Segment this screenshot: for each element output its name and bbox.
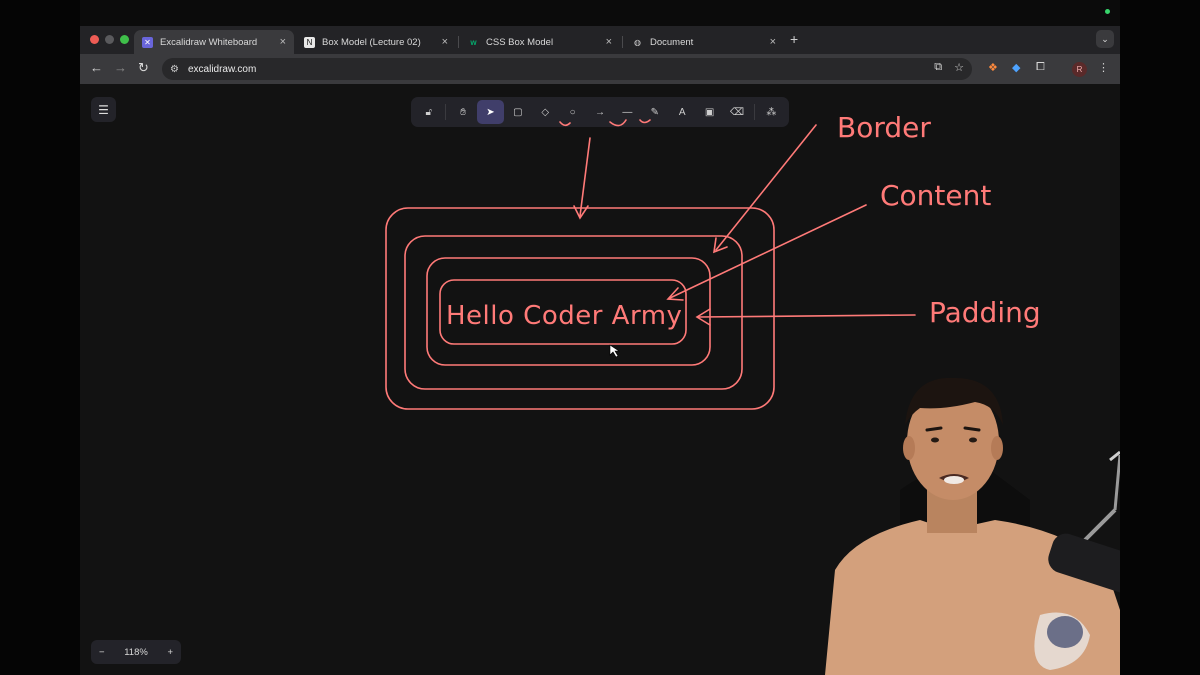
margin-arrow[interactable] (579, 137, 591, 217)
mouse-cursor-icon (609, 344, 620, 358)
padding-arrow[interactable] (697, 314, 916, 318)
hello-coder-army-text[interactable]: Hello Coder Army (446, 301, 682, 331)
right-letterbox (1120, 0, 1200, 675)
margin-label-fragment (559, 119, 651, 127)
content-label[interactable]: Content (880, 179, 991, 212)
zoom-controls: − 118% + (91, 640, 181, 664)
border-label[interactable]: Border (837, 111, 931, 144)
zoom-out-button[interactable]: − (99, 647, 105, 658)
left-letterbox (0, 0, 80, 675)
padding-label[interactable]: Padding (929, 296, 1041, 329)
zoom-in-button[interactable]: + (167, 647, 173, 658)
presenter-webcam-overlay: SHURE (825, 377, 1120, 675)
border-arrow[interactable] (715, 124, 817, 251)
screen-frame: ✕ Excalidraw Whiteboard × N Box Model (L… (80, 0, 1120, 675)
content-arrow[interactable] (669, 204, 867, 299)
zoom-level[interactable]: 118% (124, 647, 148, 658)
